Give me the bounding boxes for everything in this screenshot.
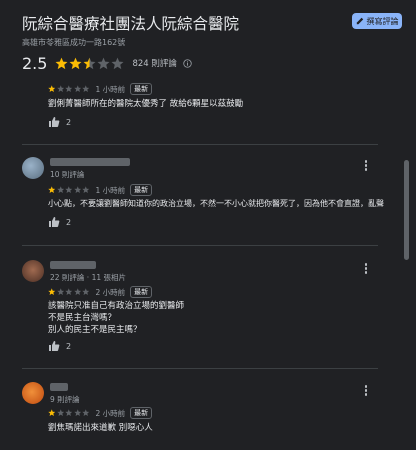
- place-title: 阮綜合醫療社團法人阮綜合醫院: [22, 15, 240, 33]
- review-likes[interactable]: 2: [48, 216, 71, 228]
- write-review-label: 撰寫評論: [366, 16, 399, 26]
- place-address: 高雄市苓雅區成功一路162號: [22, 38, 126, 47]
- newest-badge: 最新: [130, 407, 153, 419]
- rating-summary: 2.5 824 則評論: [22, 53, 192, 73]
- star-icon: [73, 85, 81, 93]
- review-time: 2 小時前: [95, 408, 126, 418]
- star-icon: [111, 57, 124, 69]
- star-icon: [48, 186, 56, 194]
- review-likes[interactable]: 2: [48, 340, 71, 352]
- like-count: 2: [66, 341, 72, 351]
- star-icon: [56, 186, 64, 194]
- review-text-line: 別人的民主不是民主嗎？: [48, 325, 142, 335]
- review-stars: [48, 288, 90, 296]
- newest-badge: 最新: [130, 184, 153, 196]
- avatar[interactable]: [22, 157, 44, 179]
- review-rating-row: 2 小時前 最新: [48, 407, 153, 419]
- more-options-icon[interactable]: [362, 384, 370, 398]
- review-text-line: 該醫院只准自己有政治立場的劉醫師: [48, 301, 185, 311]
- review-text: 劉焦瑪諾出來道歉 別噁心人: [48, 423, 153, 433]
- review-likes[interactable]: 2: [48, 116, 71, 128]
- star-icon: [73, 186, 81, 194]
- star-icon: [65, 288, 73, 296]
- avatar[interactable]: [22, 382, 44, 404]
- review-text-line: 不是民主台灣嗎？: [48, 313, 117, 323]
- more-options-icon[interactable]: [362, 262, 370, 276]
- pencil-icon: [356, 17, 363, 25]
- newest-badge: 最新: [130, 83, 153, 95]
- like-count: 2: [66, 217, 72, 227]
- review-time: 2 小時前: [95, 287, 126, 297]
- review-stars: [48, 186, 90, 194]
- star-icon: [83, 57, 96, 69]
- star-icon: [82, 85, 90, 93]
- more-options-icon[interactable]: [362, 159, 370, 173]
- scrollbar[interactable]: [404, 160, 409, 260]
- review-rating-row: 1 小時前 最新: [48, 83, 153, 95]
- review-stars: [48, 85, 90, 93]
- star-icon: [65, 409, 73, 417]
- star-icon: [55, 57, 68, 69]
- reviewer-name[interactable]: [50, 383, 68, 391]
- star-icon: [65, 186, 73, 194]
- reviewer-name[interactable]: [50, 158, 130, 166]
- star-icon: [82, 288, 90, 296]
- star-icon: [48, 288, 56, 296]
- thumbs-up-icon[interactable]: [48, 216, 60, 228]
- star-icon: [73, 409, 81, 417]
- thumbs-up-icon[interactable]: [48, 340, 60, 352]
- star-icon: [73, 288, 81, 296]
- info-icon[interactable]: [183, 58, 192, 68]
- review-rating-row: 1 小時前 最新: [48, 184, 153, 196]
- thumbs-up-icon[interactable]: [48, 116, 60, 128]
- review-rating-row: 2 小時前 最新: [48, 286, 153, 298]
- star-icon: [56, 288, 64, 296]
- review-divider: [22, 245, 378, 246]
- avatar[interactable]: [22, 260, 44, 282]
- star-icon: [69, 57, 82, 69]
- like-count: 2: [66, 117, 72, 127]
- star-icon: [56, 409, 64, 417]
- review-divider: [22, 368, 378, 369]
- write-review-button[interactable]: 撰寫評論: [352, 13, 402, 29]
- average-stars: [55, 57, 124, 70]
- average-rating: 2.5: [22, 53, 48, 73]
- star-icon: [82, 409, 90, 417]
- star-icon: [97, 57, 110, 69]
- place-header: 阮綜合醫療社團法人阮綜合醫院 高雄市苓雅區成功一路162號 撰寫評論 2.5 8…: [0, 0, 416, 76]
- star-icon: [82, 186, 90, 194]
- star-icon: [65, 85, 73, 93]
- star-icon: [56, 85, 64, 93]
- reviewer-name[interactable]: [50, 261, 96, 269]
- reviewer-meta: 10 則評論: [50, 170, 85, 179]
- star-icon: [48, 409, 56, 417]
- reviewer-meta: 9 則評論: [50, 395, 80, 404]
- reviewer-meta: 22 則評論 · 11 張相片: [50, 273, 127, 282]
- review-divider: [22, 144, 378, 145]
- review-text: 小心點，不要讓劉醫師知道你的政治立場，不然一不小心就把你醫死了，因為他不會直證，…: [48, 199, 384, 208]
- newest-badge: 最新: [130, 286, 153, 298]
- review-stars: [48, 409, 90, 417]
- review-count[interactable]: 824 則評論: [132, 57, 176, 69]
- star-icon: [48, 85, 56, 93]
- review-time: 1 小時前: [95, 185, 126, 195]
- review-text: 劉俐菁醫師所在的醫院太優秀了 故給6顆星以茲鼓勵: [48, 99, 244, 109]
- review-time: 1 小時前: [95, 84, 126, 94]
